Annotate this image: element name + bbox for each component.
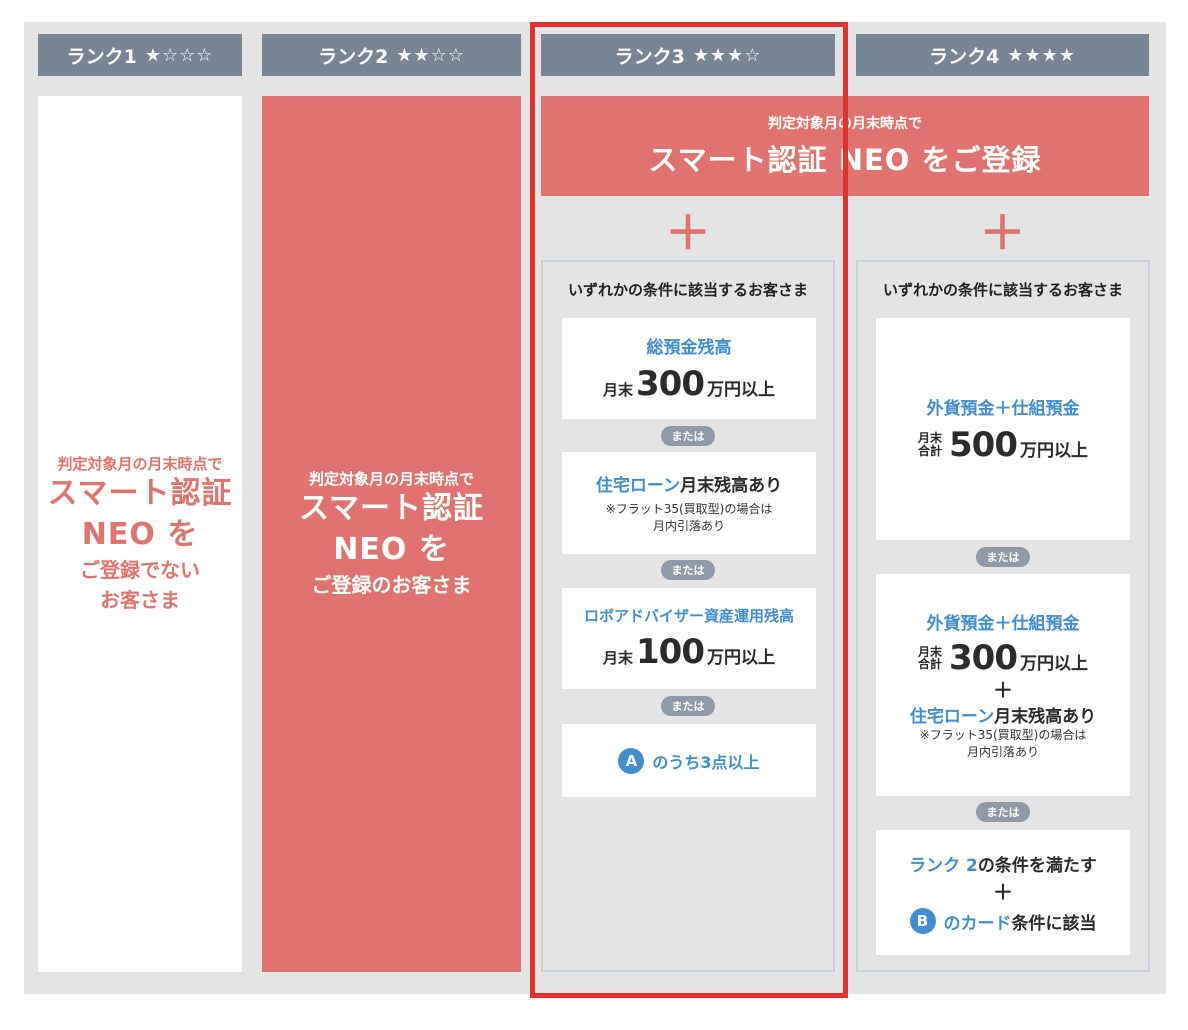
flat35-note-2: 月内引落あり — [966, 745, 1039, 759]
rank-1-header: ランク1 ★☆☆☆ — [38, 34, 242, 76]
rank-4-fx-deposit-card: 外貨預金＋仕組預金 月末 合計 500 万円以上 — [876, 318, 1130, 540]
rank-1-service-neo: NEO を — [81, 516, 199, 552]
rank-2-stars: ★★☆☆ — [396, 44, 465, 66]
rank-2-label: ランク2 — [318, 45, 389, 68]
b-badge-icon: B — [909, 908, 936, 934]
plus-icon: ＋ — [993, 880, 1013, 904]
flat35-note: ※フラット35(買取型)の場合は — [919, 728, 1087, 743]
fx-amount: 300 — [949, 638, 1018, 679]
rank-2-timing: 判定対象月の月末時点で — [308, 470, 474, 488]
rank-1-customer: お客さま — [100, 588, 180, 612]
rank-1-service: スマート認証 — [47, 476, 233, 511]
rank-1-label: ランク1 — [66, 45, 137, 68]
rank-1-timing: 判定対象月の月末時点で — [57, 455, 223, 473]
rank-2-header: ランク2 ★★☆☆ — [262, 34, 521, 76]
housing-loan-label: 住宅ローン — [909, 707, 995, 728]
rank-4-label: ランク4 — [929, 45, 1000, 68]
rank-4-plus-icon: ＋ — [979, 206, 1026, 260]
total-stack: 合計 — [918, 443, 943, 458]
fx-amount: 500 — [949, 424, 1018, 465]
card-label: のカード — [943, 913, 1012, 934]
rank-2-ref: ランク 2 — [909, 856, 978, 876]
or-pill: または — [976, 547, 1030, 567]
rank-2-service: スマート認証 — [298, 491, 485, 526]
rank-4-header: ランク4 ★★★★ — [856, 34, 1149, 76]
rank-1-stars: ★☆☆☆ — [144, 44, 214, 66]
rank-2-status: ご登録のお客さま — [311, 573, 472, 597]
total-stack: 合計 — [918, 657, 943, 672]
amount-unit: 万円以上 — [1020, 654, 1088, 675]
rank-4-fx-loan-card: 外貨預金＋仕組預金 月末 合計 300 万円以上 ＋ 住宅ローン月末残高あり ※フ… — [876, 574, 1130, 796]
rank-4-stars: ★★★★ — [1007, 44, 1076, 66]
rank-4-card-condition: ランク 2の条件を満たす ＋ B のカード条件に該当 — [876, 830, 1130, 955]
fx-structured-deposit-label: 外貨預金＋仕組預金 — [926, 398, 1080, 419]
rank-4-panel-title: いずれかの条件に該当するお客さま — [882, 281, 1123, 299]
fx-structured-deposit-label: 外貨預金＋仕組預金 — [926, 614, 1080, 635]
rank-2-condition-text: の条件を満たす — [977, 856, 1097, 876]
rank-2-service-neo: NEO を — [333, 531, 450, 567]
rank-1-status: ご登録でない — [80, 558, 200, 582]
month-end-stack: 月末 — [918, 430, 943, 445]
loan-balance-label: 月末残高あり — [994, 707, 1097, 728]
rank-2-column: 判定対象月の月末時点で スマート認証 NEO を ご登録のお客さま — [262, 96, 521, 972]
plus-icon: ＋ — [993, 678, 1013, 703]
rank-1-column: 判定対象月の月末時点で スマート認証 NEO を ご登録でない お客さま — [38, 96, 242, 972]
or-pill: または — [976, 802, 1030, 822]
amount-unit: 万円以上 — [1020, 440, 1088, 461]
card-condition-text: 条件に該当 — [1011, 913, 1097, 934]
rank-3-highlight-frame — [530, 22, 848, 998]
